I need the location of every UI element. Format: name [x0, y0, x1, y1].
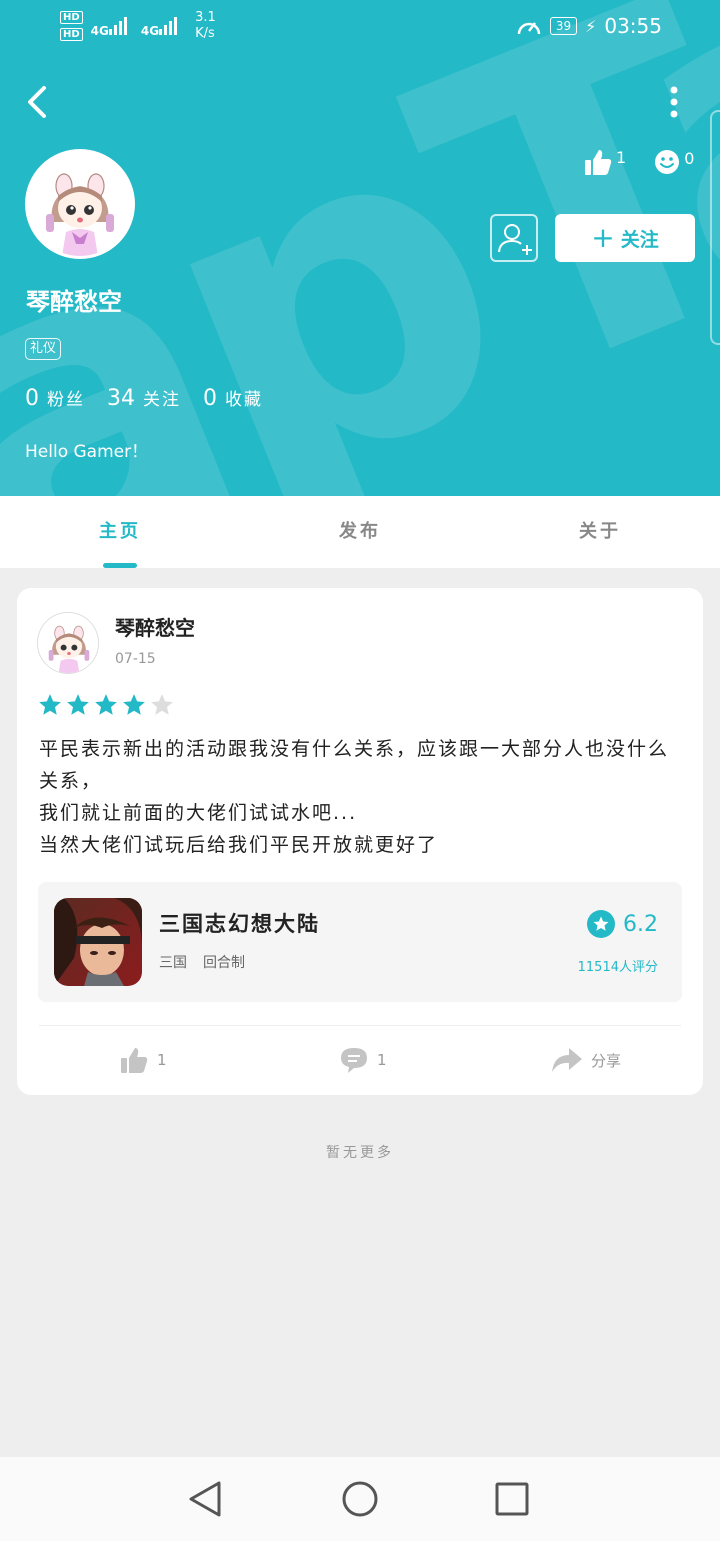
add-user-icon [498, 224, 532, 255]
fans-count: 0 [25, 386, 39, 411]
tab-indicator [103, 563, 137, 568]
rating-stars [37, 692, 175, 718]
follow-label: 关注 [620, 228, 659, 251]
follow-button[interactable]: + 关注 [555, 214, 695, 262]
review-card[interactable]: 琴醉愁空 07-15 平民表示新出的活动跟我没有什么关系，应该跟一大部分人也没什… [17, 588, 703, 1095]
side-scroll-handle[interactable] [710, 110, 720, 345]
profile-header: apTap HD HD 4G 4G 3.1 K/s 39 ⚡ 03:55 1 0… [0, 0, 720, 496]
back-arrow-icon[interactable] [24, 84, 56, 120]
star-filled-icon [39, 694, 61, 715]
game-tags: 三国 回合制 [159, 952, 245, 972]
profile-name: 琴醉愁空 [26, 288, 122, 316]
game-icon [54, 898, 142, 986]
favorites-count: 0 [203, 386, 217, 411]
status-bar: HD HD 4G 4G 3.1 K/s 39 ⚡ 03:55 [0, 0, 720, 52]
tab-home[interactable]: 主页 [0, 496, 240, 568]
comment-icon [341, 1048, 367, 1073]
system-nav-bar [0, 1457, 720, 1541]
add-friend-button[interactable] [490, 214, 538, 262]
following-count: 34 [107, 386, 135, 411]
tab-posts[interactable]: 发布 [240, 496, 480, 568]
smile-icon [655, 150, 680, 174]
plus-icon: + [591, 221, 615, 254]
game-score: 6.2 [587, 910, 658, 938]
divider [39, 1025, 681, 1026]
status-bar-left: HD HD 4G 4G 3.1 K/s [60, 10, 216, 42]
star-filled-icon [95, 694, 117, 715]
nav-back-icon[interactable] [185, 1479, 225, 1519]
like-stat[interactable]: 1 [584, 148, 626, 176]
avatar[interactable] [25, 149, 135, 259]
share-button[interactable]: 分享 [551, 1046, 621, 1074]
more-menu-icon[interactable] [664, 84, 684, 120]
post-author-avatar[interactable] [37, 612, 99, 674]
star-empty-icon [151, 694, 173, 715]
post-actions: 1 1 分享 [17, 1040, 703, 1080]
game-tag: 回合制 [203, 955, 245, 971]
battery-icon: 39 [549, 17, 578, 35]
user-badge[interactable]: 礼仪 [25, 338, 62, 360]
clock: 03:55 [604, 14, 662, 38]
review-text: 平民表示新出的活动跟我没有什么关系，应该跟一大部分人也没什么关系， 我们就让前面… [39, 733, 689, 861]
tab-about[interactable]: 关于 [480, 496, 720, 568]
status-bar-right: 39 ⚡ 03:55 [516, 14, 662, 38]
like-button[interactable]: 1 [119, 1046, 167, 1074]
fans-label: 粉丝 [47, 390, 85, 410]
game-rating-count: 11514人评分 [577, 960, 658, 975]
share-label: 分享 [591, 1051, 622, 1070]
like-count: 1 [616, 148, 627, 167]
following-stat[interactable]: 34 关注 [107, 385, 181, 411]
review-line: 我们就让前面的大佬们试试水吧... [39, 802, 358, 824]
charging-icon: ⚡ [585, 16, 597, 36]
following-label: 关注 [143, 390, 181, 410]
star-filled-icon [67, 694, 89, 715]
favorites-label: 收藏 [225, 390, 263, 410]
post-author-name[interactable]: 琴醉愁空 [115, 612, 195, 641]
no-more-text: 暂无更多 [326, 1145, 394, 1161]
review-line: 当然大佬们试玩后给我们平民开放就更好了 [39, 834, 439, 856]
profile-bio: Hello Gamer！ [25, 442, 149, 462]
like-count: 1 [157, 1051, 167, 1069]
profile-reactions: 1 0 [584, 148, 694, 176]
post-date: 07-15 [115, 651, 156, 667]
comment-button[interactable]: 1 [339, 1046, 387, 1074]
profile-counts: 0 粉丝 34 关注 0 收藏 [25, 385, 263, 411]
speedometer-icon [517, 22, 541, 35]
signal-icon-2: 4G [141, 15, 183, 38]
hd-indicator-1: HD [60, 11, 83, 24]
nav-recents-icon[interactable] [492, 1479, 532, 1519]
star-badge-icon [587, 910, 615, 938]
network-speed: 3.1 K/s [195, 10, 216, 41]
review-line: 平民表示新出的活动跟我没有什么关系，应该跟一大部分人也没什么关系， [39, 738, 670, 792]
signal-icon-1: 4G [91, 15, 133, 38]
nav-home-icon[interactable] [340, 1479, 380, 1519]
profile-tabs: 主页 发布 关于 [0, 496, 720, 568]
thumbs-up-icon [121, 1048, 148, 1073]
smile-count: 0 [684, 149, 695, 168]
thumbs-up-icon [585, 150, 612, 175]
smile-stat[interactable]: 0 [654, 149, 694, 175]
star-filled-icon [123, 694, 145, 715]
game-title: 三国志幻想大陆 [159, 912, 320, 936]
share-icon [552, 1048, 582, 1072]
game-card[interactable]: 三国志幻想大陆 三国 回合制 6.2 11514人评分 [38, 882, 682, 1002]
game-score-value: 6.2 [623, 911, 658, 937]
favorites-stat[interactable]: 0 收藏 [203, 385, 263, 411]
fans-stat[interactable]: 0 粉丝 [25, 385, 85, 411]
hd-indicator-2: HD [60, 28, 83, 41]
game-tag: 三国 [159, 955, 187, 971]
comment-count: 1 [377, 1051, 387, 1069]
